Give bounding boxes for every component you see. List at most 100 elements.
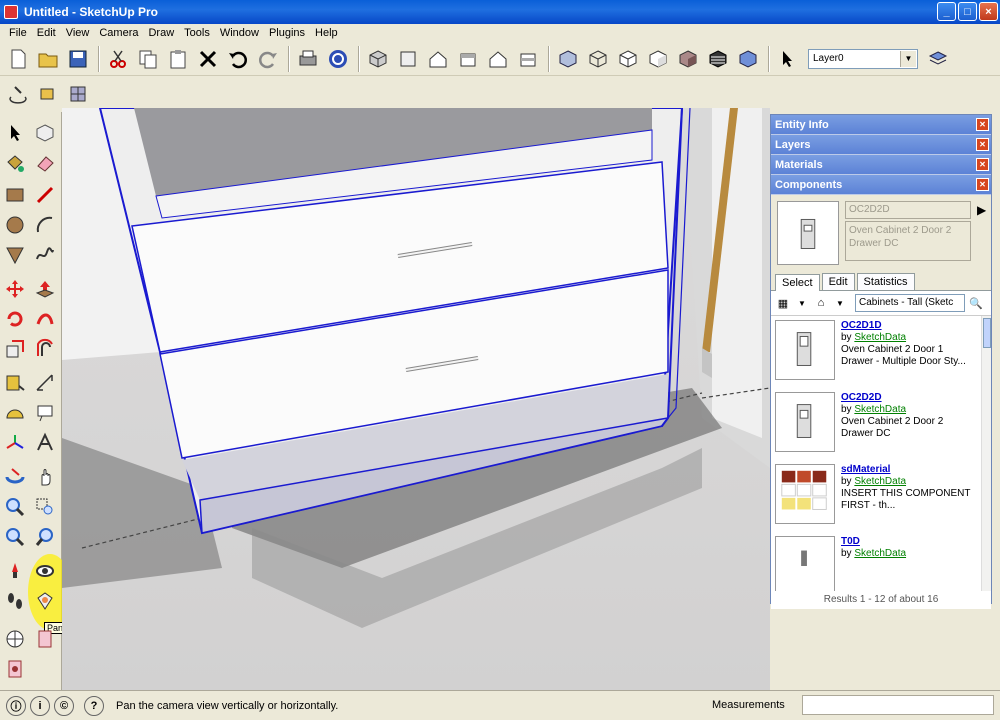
tab-edit[interactable]: Edit [821,273,855,290]
list-scrollbar[interactable] [981,316,991,591]
tray-header-layers[interactable]: Layers ✕ [771,135,991,155]
previous-view-icon[interactable] [2,524,28,550]
list-item[interactable]: OC2D1D by SketchData Oven Cabinet 2 Door… [771,316,991,388]
paste-icon[interactable] [164,45,192,73]
author-link[interactable]: SketchData [854,548,906,559]
menu-view[interactable]: View [61,27,95,39]
close-icon[interactable]: ✕ [976,158,989,171]
chevron-down-icon[interactable]: ▼ [832,295,848,311]
open-folder-icon[interactable] [34,45,62,73]
protractor-icon[interactable] [2,400,28,426]
menu-camera[interactable]: Camera [94,27,143,39]
cut-icon[interactable] [104,45,132,73]
new-file-icon[interactable] [4,45,32,73]
zoom-tool-icon[interactable] [2,494,28,520]
follow-me-tool-icon[interactable] [32,306,58,332]
component-small-icon[interactable] [64,80,92,108]
credits-icon[interactable]: i [30,695,50,716]
chevron-down-icon[interactable]: ▼ [794,295,810,311]
home-icon[interactable]: ⌂ [813,295,829,311]
tape-measure-icon[interactable] [2,370,28,396]
scrollbar-thumb[interactable] [983,318,991,348]
rectangle-tool-icon[interactable] [2,182,28,208]
look-around-icon[interactable] [32,558,58,584]
hidden-line-icon[interactable] [614,45,642,73]
maximize-button[interactable]: □ [958,2,977,21]
sandbox-icon[interactable] [2,626,28,652]
list-item[interactable]: OC2D2D by SketchData Oven Cabinet 2 Door… [771,388,991,460]
tab-select[interactable]: Select [775,274,820,291]
search-icon[interactable]: 🔍 [968,295,984,311]
close-icon[interactable]: ✕ [976,118,989,131]
author-link[interactable]: SketchData [854,332,906,343]
eraser-icon[interactable] [32,150,58,176]
paint-small-icon[interactable] [34,80,62,108]
left-view-icon[interactable] [514,45,542,73]
select-tool-icon[interactable] [2,120,28,146]
tray-header-components[interactable]: Components ✕ [771,175,991,195]
component-name-link[interactable]: OC2D2D [841,392,975,404]
rotate-tool-icon[interactable] [2,306,28,332]
menu-draw[interactable]: Draw [143,27,179,39]
section-plane-icon[interactable] [32,588,58,614]
component-name-link[interactable]: OC2D1D [841,320,975,332]
list-item[interactable]: T0D by SketchData [771,532,991,591]
menu-edit[interactable]: Edit [32,27,61,39]
3d-text-icon[interactable] [32,430,58,456]
iso-view-icon[interactable] [364,45,392,73]
polygon-tool-icon[interactable] [2,242,28,268]
menu-help[interactable]: Help [310,27,343,39]
close-button[interactable]: × [979,2,998,21]
geolocation-icon[interactable]: ⓘ [6,695,26,716]
layer-manager-icon[interactable] [924,45,952,73]
layer-dropdown[interactable]: Layer0 ▼ [808,48,918,69]
wireframe-icon[interactable] [584,45,612,73]
tab-statistics[interactable]: Statistics [856,273,915,290]
collection-dropdown[interactable]: Cabinets - Tall (Sketc [855,294,965,312]
push-pull-tool-icon[interactable] [32,276,58,302]
paint-bucket-icon[interactable] [2,150,28,176]
model-info-icon[interactable] [324,45,352,73]
make-component-icon[interactable] [32,120,58,146]
save-icon[interactable] [64,45,92,73]
print-icon[interactable] [294,45,322,73]
front-view-icon[interactable] [424,45,452,73]
offset-tool-icon[interactable] [32,336,58,362]
dimension-tool-icon[interactable] [32,370,58,396]
right-view-icon[interactable] [454,45,482,73]
undo-icon[interactable] [224,45,252,73]
position-camera-icon[interactable] [2,558,28,584]
list-item[interactable]: sdMaterial by SketchData INSERT THIS COM… [771,460,991,532]
xray-icon[interactable] [554,45,582,73]
minimize-button[interactable]: _ [937,2,956,21]
orbit-tool-icon[interactable] [2,464,28,490]
component-options-icon[interactable] [32,626,58,652]
select-arrow-icon[interactable] [774,45,802,73]
freehand-tool-icon[interactable] [32,242,58,268]
arc-tool-icon[interactable] [32,212,58,238]
tray-header-entity-info[interactable]: Entity Info ✕ [771,115,991,135]
close-icon[interactable]: ✕ [976,178,989,191]
question-icon[interactable]: ? [84,695,104,716]
monochrome-icon[interactable] [704,45,732,73]
orbit-small-icon[interactable] [4,80,32,108]
menu-file[interactable]: File [4,27,32,39]
redo-icon[interactable] [254,45,282,73]
details-arrow-icon[interactable]: ▶ [977,203,986,217]
dynamic-attributes-icon[interactable] [2,656,28,682]
xray-shaded-icon[interactable] [734,45,762,73]
erase-icon[interactable] [194,45,222,73]
copy-icon[interactable] [134,45,162,73]
move-tool-icon[interactable] [2,276,28,302]
menu-tools[interactable]: Tools [179,27,215,39]
tray-header-materials[interactable]: Materials ✕ [771,155,991,175]
line-tool-icon[interactable] [32,182,58,208]
back-view-icon[interactable] [484,45,512,73]
model-viewport[interactable] [62,108,770,690]
text-tool-icon[interactable] [32,400,58,426]
pan-tool-icon[interactable] [32,464,58,490]
close-icon[interactable]: ✕ [976,138,989,151]
top-view-icon[interactable] [394,45,422,73]
view-options-icon[interactable]: ▦ [775,295,791,311]
shaded-textures-icon[interactable] [674,45,702,73]
